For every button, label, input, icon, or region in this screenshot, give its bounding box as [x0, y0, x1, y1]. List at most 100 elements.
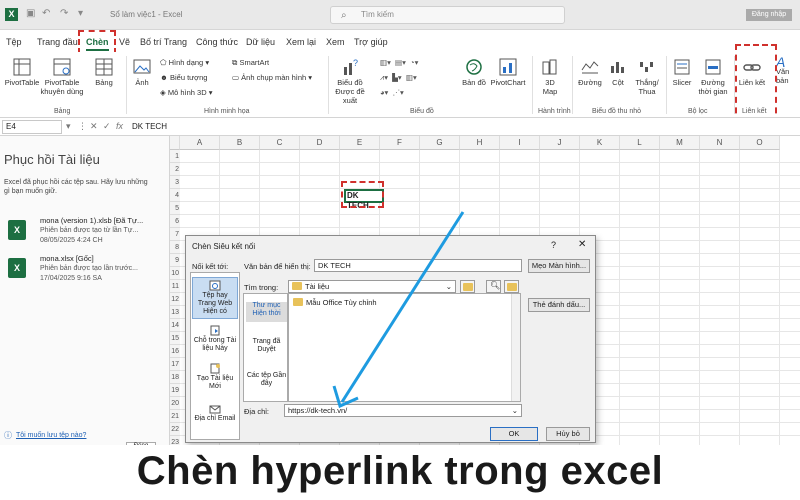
row-header-10[interactable]: 10 [170, 267, 180, 280]
function-icon[interactable]: fx [116, 121, 123, 131]
column-header-c[interactable]: C [260, 136, 300, 150]
row-header-15[interactable]: 15 [170, 332, 180, 345]
maps-button[interactable]: Bản đồ [462, 58, 486, 87]
recovered-file-item[interactable]: X mona.xlsx [Gốc] Phiên bản được tạo lần… [8, 254, 168, 294]
row-header-4[interactable]: 4 [170, 189, 180, 202]
row-header-18[interactable]: 18 [170, 371, 180, 384]
customize-qat-icon[interactable]: ▾ [78, 8, 83, 19]
undo-icon[interactable]: ↶ [42, 8, 50, 19]
row-header-3[interactable]: 3 [170, 176, 180, 189]
row-header-8[interactable]: 8 [170, 241, 180, 254]
table-button[interactable]: Bảng [90, 58, 118, 87]
recommended-charts-button[interactable]: ? Biểu đồ Được đề xuất [330, 58, 370, 105]
name-box-dropdown-icon[interactable]: ▾ [66, 121, 71, 132]
row-header-6[interactable]: 6 [170, 215, 180, 228]
column-header-n[interactable]: N [700, 136, 740, 150]
row-header-13[interactable]: 13 [170, 306, 180, 319]
browse-folder-button[interactable] [460, 280, 475, 293]
shapes-button[interactable]: ⬠ Hình dạng ▾ [160, 58, 209, 67]
link-to-existing-file[interactable]: Tệp hay Trang Web Hiện có [192, 277, 238, 319]
cancel-button[interactable]: Hủy bỏ [546, 427, 590, 441]
redo-icon[interactable]: ↷ [60, 8, 68, 19]
icons-button[interactable]: ☻ Biểu tượng [160, 73, 207, 82]
link-to-new-document[interactable]: Tạo Tài liệu Mới [192, 361, 238, 395]
link-to-email[interactable]: Địa chỉ Email [192, 401, 238, 431]
row-header-21[interactable]: 21 [170, 410, 180, 423]
column-header-g[interactable]: G [420, 136, 460, 150]
current-folder-option[interactable]: Thư mục Hiện thời [246, 302, 287, 322]
pie-chart-button[interactable]: ◕▾ ⋰▾ [380, 88, 404, 97]
column-header-b[interactable]: B [220, 136, 260, 150]
recent-files-option[interactable]: Các tệp Gần đây [246, 372, 287, 392]
row-header-17[interactable]: 17 [170, 358, 180, 371]
text-button[interactable]: A Văn bản [776, 55, 800, 85]
row-header-9[interactable]: 9 [170, 254, 180, 267]
recommended-pivottable-button[interactable]: PivotTable khuyên dùng [40, 58, 84, 96]
bookmark-button[interactable]: Thẻ đánh dấu... [528, 298, 590, 312]
pivotchart-button[interactable]: PivotChart [488, 58, 528, 87]
column-header-l[interactable]: L [620, 136, 660, 150]
name-box[interactable]: E4 [2, 120, 62, 134]
browsed-pages-option[interactable]: Trang đã Duyệt [246, 338, 287, 358]
column-header-j[interactable]: J [540, 136, 580, 150]
slicer-button[interactable]: Slicer [670, 58, 694, 87]
file-list-item[interactable]: Mẫu Office Tùy chỉnh [293, 298, 377, 307]
browse-file-button[interactable] [504, 280, 519, 293]
tab-review[interactable]: Xem lại [286, 37, 316, 47]
row-header-5[interactable]: 5 [170, 202, 180, 215]
sparkline-winloss-button[interactable]: Thắng/ Thua [632, 58, 662, 96]
row-header-12[interactable]: 12 [170, 293, 180, 306]
timeline-button[interactable]: Đường thời gian [696, 58, 730, 96]
dialog-help-button[interactable]: ? [551, 240, 556, 250]
row-header-14[interactable]: 14 [170, 319, 180, 332]
column-header-o[interactable]: O [740, 136, 780, 150]
smartart-button[interactable]: ⧉ SmartArt [232, 58, 269, 68]
row-header-7[interactable]: 7 [170, 228, 180, 241]
column-header-d[interactable]: D [300, 136, 340, 150]
tab-view[interactable]: Xem [326, 37, 345, 47]
column-header-e[interactable]: E [340, 136, 380, 150]
sign-in-button[interactable]: Đăng nhập [746, 9, 792, 21]
tab-home[interactable]: Trang đầu [37, 37, 78, 47]
column-chart-button[interactable]: ▥▾ ▤▾ ◔▾ [380, 58, 418, 67]
enter-icon[interactable]: ✓ [103, 121, 111, 132]
line-chart-button[interactable]: ⩘▾ ▙▾ ▥▾ [380, 73, 417, 83]
column-header-m[interactable]: M [660, 136, 700, 150]
file-list-scrollbar[interactable] [511, 294, 520, 401]
pivottable-button[interactable]: PivotTable [4, 58, 40, 87]
cancel-icon[interactable]: ✕ [90, 121, 98, 132]
tab-file[interactable]: Tệp [6, 37, 22, 47]
ok-button[interactable]: OK [490, 427, 538, 441]
row-header-22[interactable]: 22 [170, 423, 180, 436]
column-header-k[interactable]: K [580, 136, 620, 150]
column-header-i[interactable]: I [500, 136, 540, 150]
row-header-16[interactable]: 16 [170, 345, 180, 358]
tab-draw[interactable]: Vẽ [119, 37, 130, 47]
save-icon[interactable]: ▣ [26, 8, 35, 19]
row-header-19[interactable]: 19 [170, 384, 180, 397]
tab-help[interactable]: Trợ giúp [354, 37, 388, 47]
tab-formulas[interactable]: Công thức [196, 37, 238, 47]
column-header-a[interactable]: A [180, 136, 220, 150]
column-header-f[interactable]: F [380, 136, 420, 150]
column-header-h[interactable]: H [460, 136, 500, 150]
help-link[interactable]: Tôi muốn lưu tệp nào? [16, 432, 86, 439]
search-box[interactable]: ⌕ Tìm kiếm [330, 6, 565, 24]
link-to-place-in-document[interactable]: Chỗ trong Tài liệu Này [192, 323, 238, 357]
screenshot-button[interactable]: ▭ Ảnh chụp màn hình ▾ [232, 73, 312, 82]
row-header-23[interactable]: 23 [170, 436, 180, 445]
tab-page-layout[interactable]: Bố trí Trang [140, 37, 187, 47]
image-button[interactable]: Ảnh [130, 58, 154, 87]
row-header-1[interactable]: 1 [170, 150, 180, 163]
sparkline-line-button[interactable]: Đường [576, 58, 604, 87]
row-header-2[interactable]: 2 [170, 163, 180, 176]
3d-map-button[interactable]: 3D Map [538, 58, 562, 96]
row-header-20[interactable]: 20 [170, 397, 180, 410]
row-header-11[interactable]: 11 [170, 280, 180, 293]
address-input[interactable]: https://dk-tech.vn/ ⌄ [284, 404, 522, 417]
dialog-close-button[interactable]: ✕ [578, 239, 586, 250]
browse-web-button[interactable]: 🔍︎ [486, 280, 501, 293]
recovered-file-item[interactable]: X mona (version 1).xlsb [Đã Tự... Phiên … [8, 216, 168, 256]
select-all-corner[interactable] [170, 136, 180, 150]
tab-data[interactable]: Dữ liệu [246, 37, 275, 47]
